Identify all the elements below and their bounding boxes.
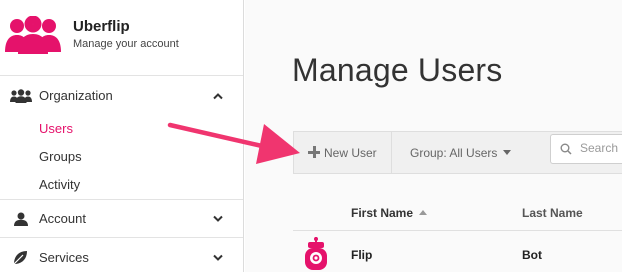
caret-down-icon xyxy=(503,150,511,155)
column-header-label: First Name xyxy=(351,206,413,220)
table-cell-first-name: Flip xyxy=(351,248,372,262)
sidebar-section-organization[interactable]: Organization xyxy=(0,76,243,115)
sidebar: Uberflip Manage your account Organizatio… xyxy=(0,0,244,272)
search-icon xyxy=(560,143,572,155)
leaf-icon xyxy=(12,250,28,266)
plus-icon xyxy=(308,146,320,158)
table-divider xyxy=(293,230,622,231)
chevron-down-icon[interactable] xyxy=(213,254,223,261)
flip-bot-avatar xyxy=(304,237,328,271)
sidebar-section-services[interactable]: Services xyxy=(0,237,243,277)
brand-header: Uberflip Manage your account xyxy=(0,0,243,76)
column-header-first-name[interactable]: First Name xyxy=(351,206,427,220)
brand-subtitle: Manage your account xyxy=(73,38,179,50)
sidebar-section-account[interactable]: Account xyxy=(0,199,243,237)
chevron-down-icon[interactable] xyxy=(213,215,223,222)
sidebar-section-label: Account xyxy=(39,211,86,226)
search-box[interactable] xyxy=(550,134,622,164)
brand-title: Uberflip xyxy=(73,18,130,35)
main-content: Manage Users New User Group: All Users F… xyxy=(245,0,622,272)
sidebar-item-groups[interactable]: Groups xyxy=(39,149,82,164)
group-filter-dropdown[interactable]: Group: All Users xyxy=(410,132,511,173)
sort-ascending-icon xyxy=(419,210,427,215)
sidebar-item-activity[interactable]: Activity xyxy=(39,177,80,192)
group-filter-label: Group: All Users xyxy=(410,146,497,160)
sidebar-section-label: Services xyxy=(39,250,89,265)
uberflip-logo-icon xyxy=(4,16,62,54)
column-header-last-name[interactable]: Last Name xyxy=(522,206,583,220)
search-input[interactable] xyxy=(580,141,622,155)
table-cell-last-name: Bot xyxy=(522,248,542,262)
users-group-icon xyxy=(10,89,32,103)
user-icon xyxy=(12,212,30,226)
new-user-button[interactable]: New User xyxy=(294,132,392,173)
sidebar-item-users[interactable]: Users xyxy=(39,121,73,136)
page-title: Manage Users xyxy=(292,52,503,89)
chevron-up-icon[interactable] xyxy=(213,92,223,99)
new-user-label: New User xyxy=(324,146,377,160)
sidebar-section-label: Organization xyxy=(39,88,113,103)
